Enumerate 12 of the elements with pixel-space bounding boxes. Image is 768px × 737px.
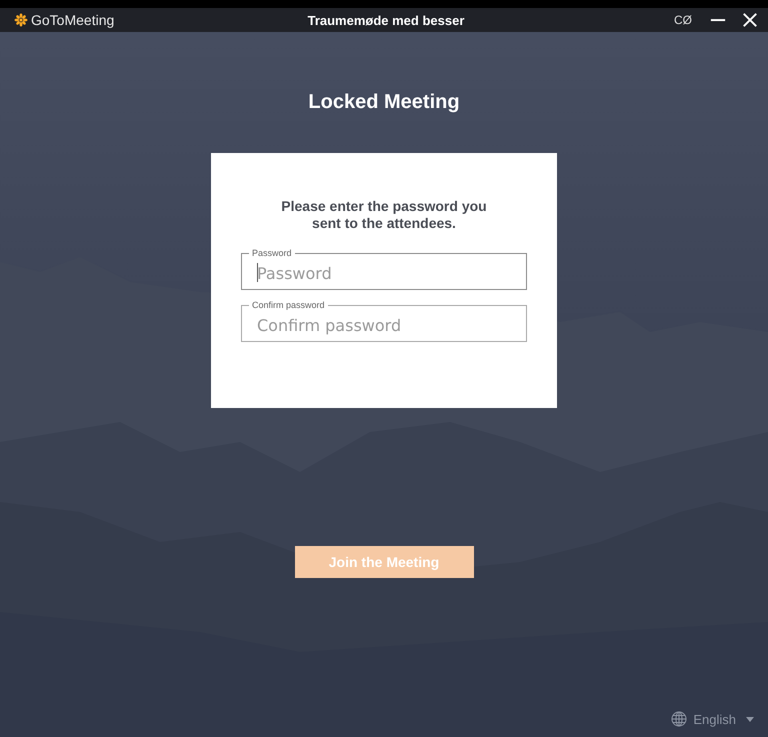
prompt-text: Please enter the password you sent to the attendees. bbox=[280, 198, 488, 232]
logo-icon bbox=[14, 13, 28, 27]
caret-icon bbox=[746, 716, 754, 722]
close-icon[interactable] bbox=[742, 12, 758, 28]
field-label: Confirm password bbox=[249, 300, 328, 310]
globe-icon bbox=[671, 711, 688, 727]
user-initials[interactable]: CØ bbox=[674, 13, 692, 27]
language-dropdown[interactable]: English bbox=[671, 711, 754, 727]
page-heading: Locked Meeting bbox=[308, 91, 460, 115]
app-logo: GoToMeeting bbox=[31, 12, 114, 28]
field-label: Password bbox=[249, 248, 295, 258]
window-title: Traumemøde med besser bbox=[306, 12, 466, 28]
